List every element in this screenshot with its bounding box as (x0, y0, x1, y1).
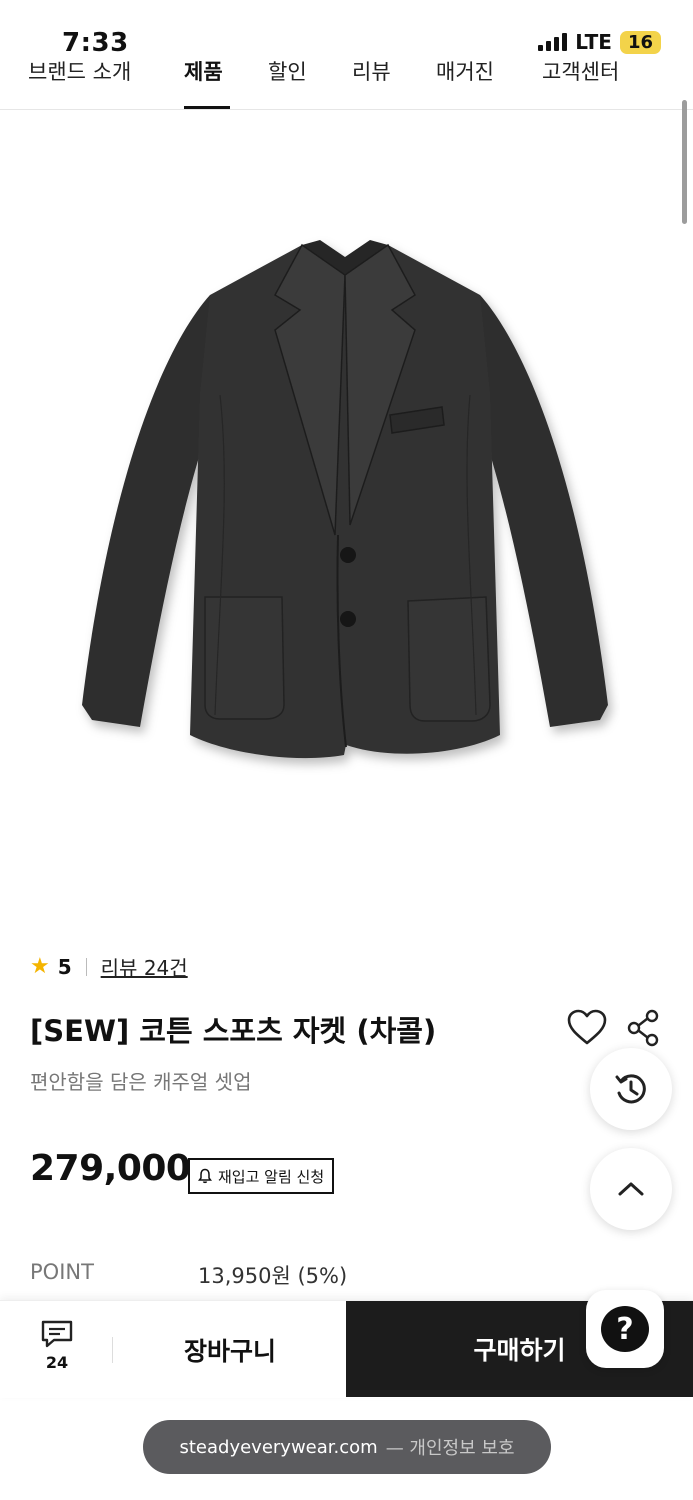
add-to-cart-button[interactable]: 장바구니 (114, 1301, 346, 1399)
chevron-up-icon (618, 1182, 644, 1196)
point-value: 13,950원 (5%) (198, 1264, 348, 1288)
help-button[interactable]: ? (586, 1290, 664, 1368)
review-count-button[interactable]: 24 (28, 1319, 86, 1383)
bell-icon (198, 1168, 212, 1184)
star-icon: ★ (30, 954, 50, 979)
signal-icon (538, 33, 568, 51)
product-price: 279,000 (30, 1148, 191, 1189)
scroll-top-button[interactable] (590, 1148, 672, 1230)
rating-score: 5 (57, 954, 72, 979)
tab-magazine[interactable]: 매거진 (436, 56, 494, 86)
restock-alert-button[interactable]: 재입고 알림 신청 (188, 1158, 335, 1194)
battery-icon: 16 (619, 30, 661, 54)
review-count: 24 (45, 1353, 69, 1372)
url-domain: steadyeverywear.com (179, 1436, 378, 1458)
share-icon (627, 1009, 659, 1047)
privacy-note: — 개인정보 보호 (385, 1438, 515, 1459)
scrollbar[interactable] (682, 100, 687, 224)
point-label: POINT (30, 1260, 94, 1284)
top-navigation: 브랜드 소개 제품 할인 리뷰 매거진 고객센터 (0, 52, 693, 110)
divider (112, 1337, 113, 1363)
question-icon: ? (601, 1306, 649, 1352)
wishlist-button[interactable] (566, 1008, 608, 1048)
product-title: [SEW] 코튼 스포츠 자켓 (차콜) (30, 1014, 437, 1048)
reviews-link[interactable]: 리뷰 24건 (101, 952, 188, 981)
divider (85, 957, 87, 976)
product-image[interactable] (70, 235, 620, 775)
chat-icon (41, 1320, 73, 1348)
url-bar[interactable]: steadyeverywear.com — 개인정보 보호 (143, 1420, 551, 1474)
network-label: LTE (575, 30, 612, 54)
tab-customer-center[interactable]: 고객센터 (542, 56, 619, 86)
restock-alert-label: 재입고 알림 신청 (218, 1167, 325, 1186)
active-tab-indicator (184, 106, 230, 109)
history-icon (615, 1074, 646, 1104)
tab-brand[interactable]: 브랜드 소개 (28, 56, 131, 86)
status-indicators: LTE 16 (538, 30, 661, 54)
tab-reviews[interactable]: 리뷰 (352, 56, 391, 86)
heart-icon (567, 1009, 607, 1045)
product-subtitle: 편안함을 담은 캐주얼 셋업 (30, 1070, 252, 1094)
recent-history-button[interactable] (590, 1048, 672, 1130)
share-button[interactable] (626, 1008, 662, 1048)
tab-sale[interactable]: 할인 (268, 56, 307, 86)
rating-row: ★ 5 리뷰 24건 (30, 952, 188, 981)
tab-products[interactable]: 제품 (184, 56, 223, 86)
